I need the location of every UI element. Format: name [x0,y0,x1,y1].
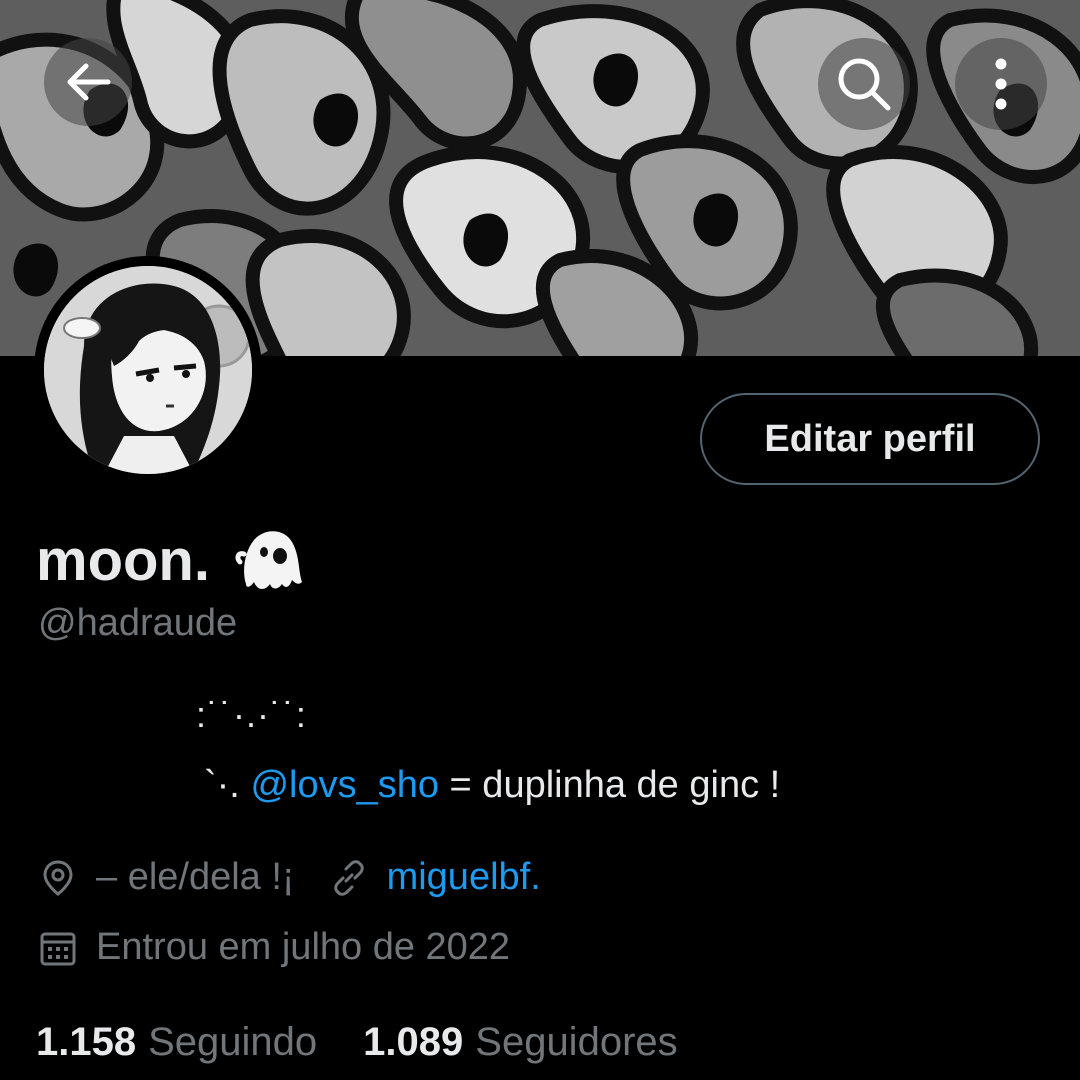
calendar-icon [38,928,78,968]
ghost-icon [232,522,308,598]
profile-website-link[interactable]: miguelbf. [387,856,541,899]
following-count: 1.158 [36,1020,137,1064]
profile-avatar[interactable] [34,256,262,484]
bio-line-2: `·. @lovs_sho = duplinha de ginc ! [204,764,780,807]
back-button[interactable] [44,38,132,126]
avatar-image [44,266,252,474]
bio-prefix: `·. [204,764,251,806]
bio-suffix: = duplinha de ginc ! [439,764,781,806]
edit-profile-button[interactable]: Editar perfil [700,393,1040,485]
following-label: Seguindo [148,1020,318,1064]
followers-count: 1.089 [363,1020,464,1064]
search-icon [838,58,891,111]
location-pin-icon [38,858,78,898]
following-stat[interactable]: 1.158 Seguindo [36,1020,317,1065]
display-name: moon. [36,527,210,593]
profile-handle: @hadraude [38,602,238,644]
followers-stat[interactable]: 1.089 Seguidores [363,1020,677,1065]
profile-joined-date: Entrou em julho de 2022 [96,926,511,968]
link-icon [329,858,369,898]
profile-page: Editar perfil moon. @hadraude :˙˙·.·˙˙: … [0,0,1080,1080]
profile-meta-row: – ele/dela !¡ miguelbf. [38,856,541,899]
more-vertical-icon [995,58,1007,110]
profile-joined-row: Entrou em julho de 2022 [38,926,510,969]
arrow-left-icon [67,63,111,101]
bio-line-1: :˙˙·.·˙˙: [196,694,307,735]
display-name-row: moon. [36,522,308,598]
profile-stats: 1.158 Seguindo 1.089 Seguidores [36,1020,678,1065]
bio-mention-link[interactable]: @lovs_sho [250,764,439,806]
more-options-button[interactable] [955,38,1047,130]
followers-label: Seguidores [475,1020,678,1064]
avatar-illustration [44,266,252,474]
profile-location: – ele/dela !¡ [96,856,295,898]
search-button[interactable] [818,38,910,130]
